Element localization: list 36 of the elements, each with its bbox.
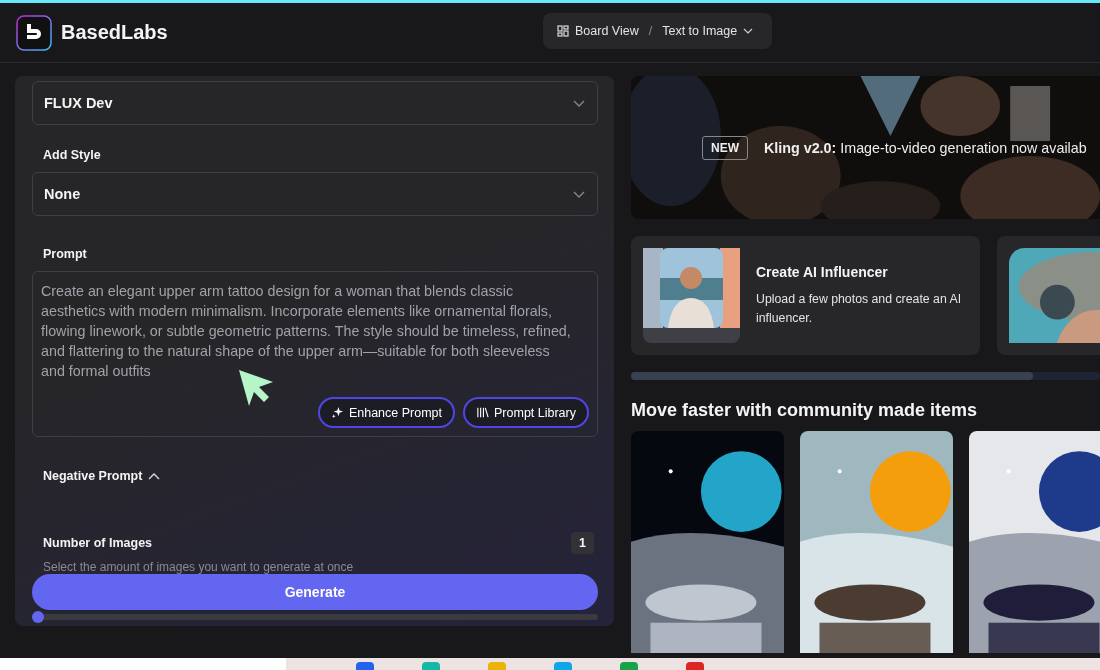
breadcrumb-link[interactable]: Text to Image bbox=[662, 24, 754, 38]
app-icon[interactable] bbox=[356, 662, 374, 670]
feature-card[interactable]: Create AI Influencer Upload a few photos and create an AI influencer. bbox=[631, 236, 980, 355]
style-select[interactable]: None bbox=[32, 172, 598, 216]
books-icon bbox=[476, 406, 489, 419]
field-label: Number of Images bbox=[43, 536, 153, 550]
section-heading: Move faster with community made items bbox=[631, 400, 979, 421]
field-label: Prompt bbox=[43, 247, 88, 261]
brand-name: BasedLabs bbox=[61, 21, 168, 44]
chevron-down-icon bbox=[573, 190, 585, 198]
negative-prompt-toggle[interactable]: Negative Prompt bbox=[43, 469, 161, 483]
logo-icon bbox=[16, 14, 52, 51]
generate-button[interactable]: Generate bbox=[32, 574, 598, 610]
banner-text: Kling v2.0: Image-to-video generation now availab bbox=[764, 139, 1087, 156]
new-badge: NEW bbox=[702, 135, 748, 160]
count-badge: 1 bbox=[571, 532, 594, 554]
model-select[interactable]: FLUX Dev bbox=[32, 81, 598, 125]
sparkle-icon bbox=[330, 406, 344, 419]
app-icon[interactable] bbox=[422, 662, 440, 670]
hint-text: Select the amount of images you want to generate at once bbox=[43, 560, 355, 574]
card-title: Create AI Influencer bbox=[756, 263, 889, 280]
breadcrumb-separator: / bbox=[648, 24, 653, 38]
grid-icon bbox=[557, 25, 569, 37]
breadcrumb-link[interactable]: Board View bbox=[557, 24, 639, 38]
app-icon[interactable] bbox=[686, 662, 704, 670]
prompt-field[interactable]: Create an elegant upper arm tattoo design for a woman that blends classic aesthetics with modern minimalism. Incorporate elements like ornamental florals, flowing linework, or subtle geometric patterns. The style should be timeless, refined, and flattering to the natural shape of the upper arm—suitable for both sleeveless and formal outfits Enhance Prompt Prompt Library bbox=[32, 271, 598, 437]
enhance-prompt-button[interactable]: Enhance Prompt bbox=[317, 397, 455, 428]
prompt-library-button[interactable]: Prompt Library bbox=[463, 397, 589, 428]
app-icon[interactable] bbox=[620, 662, 638, 670]
field-label: Add Style bbox=[43, 148, 102, 162]
app-icon[interactable] bbox=[554, 662, 572, 670]
announcement-banner[interactable]: NEW Kling v2.0: Image-to-video generation now availab bbox=[631, 76, 1100, 219]
slider-thumb[interactable] bbox=[32, 611, 44, 623]
chevron-down-icon bbox=[573, 99, 585, 107]
chevron-down-icon bbox=[743, 28, 754, 34]
card-description: Upload a few photos and create an AI influencer. bbox=[756, 290, 963, 327]
